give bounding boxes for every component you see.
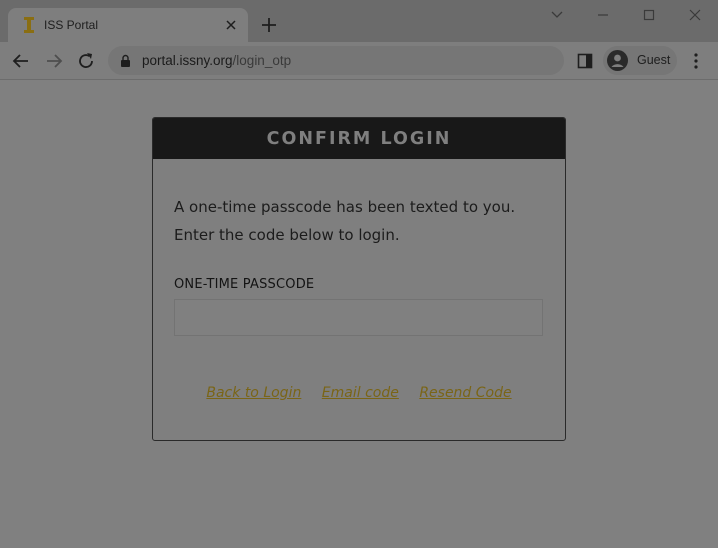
profile-label: Guest [637, 53, 671, 67]
resend-code-link[interactable]: Resend Code [419, 385, 511, 401]
passcode-input[interactable] [174, 299, 543, 336]
tab-iss-portal[interactable]: ISS Portal [8, 8, 248, 42]
email-code-link[interactable]: Email code [322, 385, 399, 401]
window-close-icon[interactable] [683, 4, 707, 26]
iss-logo-icon [24, 17, 34, 33]
browser-window: ISS Portal portal.issny.org/login_otp Gu… [0, 0, 718, 548]
back-to-login-link[interactable]: Back to Login [206, 385, 301, 401]
close-icon[interactable] [222, 16, 240, 34]
lock-icon[interactable] [120, 54, 131, 67]
passcode-label: ONE-TIME PASSCODE [174, 277, 315, 292]
login-card: CONFIRM LOGIN A one-time passcode has be… [152, 117, 566, 441]
avatar-icon [607, 50, 628, 71]
minimize-icon[interactable] [591, 4, 615, 26]
browser-toolbar: portal.issny.org/login_otp Guest [0, 42, 718, 80]
message-line-1: A one-time passcode has been texted to y… [174, 198, 516, 216]
tab-title: ISS Portal [44, 18, 99, 32]
profile-button[interactable]: Guest [603, 46, 677, 75]
address-bar[interactable]: portal.issny.org/login_otp [108, 46, 564, 75]
card-title: CONFIRM LOGIN [153, 118, 565, 159]
message-line-2: Enter the code below to login. [174, 226, 400, 244]
url-host: portal.issny.org [142, 53, 233, 68]
side-panel-icon[interactable] [577, 53, 593, 69]
maximize-icon[interactable] [637, 4, 661, 26]
page-content: CONFIRM LOGIN A one-time passcode has be… [0, 80, 718, 548]
back-arrow-icon[interactable] [10, 50, 32, 72]
chevron-down-icon[interactable] [545, 4, 569, 26]
tab-strip: ISS Portal [0, 0, 718, 42]
url-path: /login_otp [232, 53, 292, 68]
url-text[interactable]: portal.issny.org/login_otp [142, 53, 291, 68]
instruction-message: A one-time passcode has been texted to y… [174, 193, 546, 249]
card-links: Back to Login Email code Resend Code [153, 385, 565, 401]
more-menu-icon[interactable] [688, 52, 704, 70]
forward-arrow-icon[interactable] [43, 50, 65, 72]
reload-icon[interactable] [75, 50, 97, 72]
new-tab-plus-icon[interactable] [259, 15, 279, 35]
